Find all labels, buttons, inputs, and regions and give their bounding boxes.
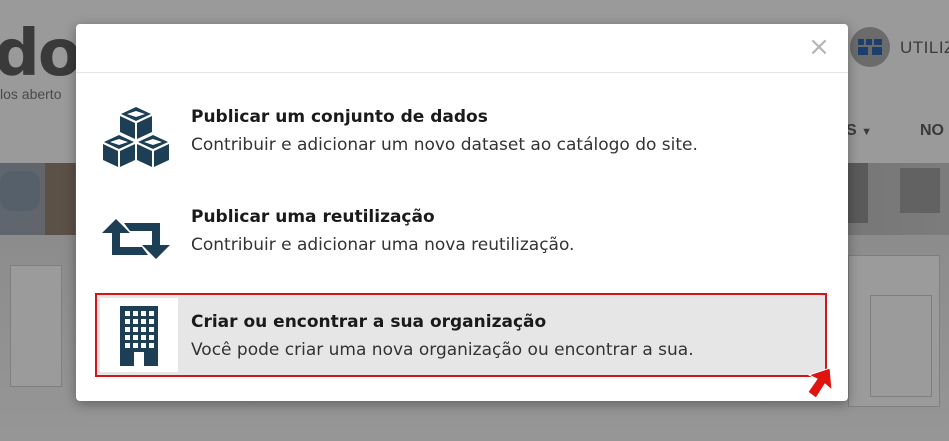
caret-down-icon: ▼ — [861, 126, 873, 138]
red-arrow-cursor-icon — [796, 362, 840, 402]
option-title: Criar ou encontrar a sua organização — [191, 312, 547, 332]
modal-header: × — [76, 24, 848, 73]
retweet-icon — [96, 193, 176, 273]
create-organization-option[interactable]: Criar ou encontrar a sua organização Voc… — [95, 293, 827, 377]
nav-item-news: NO — [920, 122, 944, 139]
nav-item-datasets: S ▼ — [846, 122, 872, 140]
user-avatar — [850, 27, 890, 67]
site-tagline: los aberto — [0, 86, 62, 102]
option-title: Publicar uma reutilização — [191, 207, 435, 227]
option-description: Você pode criar uma nova organização ou … — [191, 340, 694, 360]
option-description: Contribuir e adicionar um novo dataset a… — [191, 135, 698, 155]
cubes-icon — [96, 93, 176, 173]
site-logo: do — [0, 17, 82, 91]
close-button[interactable]: × — [804, 32, 834, 62]
add-content-modal: × Publicar um conjunto de dados Contribu… — [76, 24, 848, 401]
option-description: Contribuir e adicionar uma nova reutiliz… — [191, 235, 575, 255]
user-menu-label: UTILIZ — [900, 38, 949, 57]
publish-dataset-option[interactable]: Publicar um conjunto de dados Contribuir… — [96, 90, 828, 176]
option-title: Publicar um conjunto de dados — [191, 107, 488, 127]
publish-reuse-option[interactable]: Publicar uma reutilização Contribuir e a… — [96, 190, 828, 276]
building-icon — [100, 298, 178, 372]
